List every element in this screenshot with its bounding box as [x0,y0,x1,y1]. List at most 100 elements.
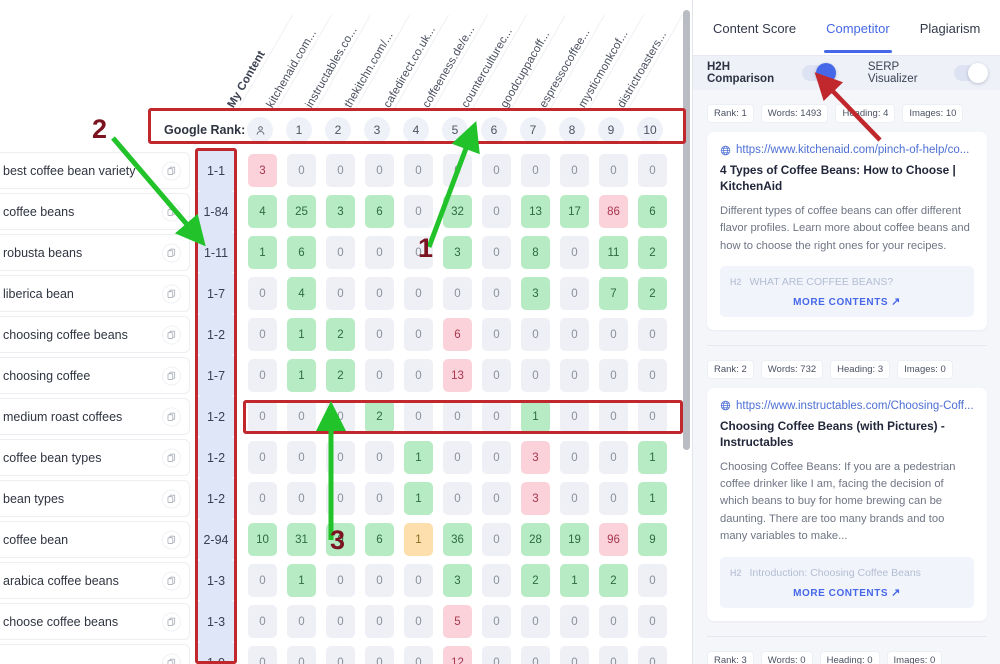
grid-cell[interactable]: 1 [404,482,433,515]
grid-cell[interactable]: 2 [326,359,355,392]
grid-cell[interactable]: 1 [287,359,316,392]
rank-range-cell[interactable]: 1-1 [197,150,235,191]
grid-cell[interactable]: 0 [326,236,355,269]
grid-cell[interactable]: 17 [560,195,589,228]
rank-range-cell[interactable]: 1-9 [197,642,235,664]
column-header-competitor-4[interactable]: cafedirect.co.uk... [382,24,438,110]
grid-cell[interactable]: 0 [404,236,433,269]
grid-cell[interactable]: 3 [521,482,550,515]
grid-cell[interactable]: 0 [482,646,511,664]
grid-cell[interactable]: 31 [287,523,316,556]
grid-cell[interactable]: 0 [326,482,355,515]
grid-cell[interactable]: 11 [599,236,628,269]
toggle-h2h-comparison[interactable] [802,63,836,83]
grid-cell[interactable]: 13 [443,359,472,392]
grid-cell[interactable]: 0 [248,318,277,351]
grid-cell[interactable]: 0 [365,564,394,597]
grid-cell[interactable]: 0 [365,646,394,664]
column-header-competitor-5[interactable]: coffeeness.de/e... [421,24,478,110]
grid-cell[interactable]: 0 [560,646,589,664]
more-contents-button[interactable]: MORE CONTENTS ↗ [730,295,964,308]
grid-cell[interactable]: 12 [443,646,472,664]
copy-icon[interactable] [162,243,181,262]
keyword-cell[interactable]: choose coffee beans [0,603,190,640]
keyword-cell[interactable]: medium roast coffees [0,398,190,435]
grid-cell[interactable]: 0 [638,400,667,433]
result-url[interactable]: https://www.kitchenaid.com/pinch-of-help… [720,144,974,156]
grid-cell[interactable]: 0 [482,564,511,597]
grid-cell[interactable]: 0 [365,359,394,392]
grid-cell[interactable]: 3 [248,154,277,187]
grid-cell[interactable]: 0 [248,359,277,392]
column-header-competitor-8[interactable]: espressocoffee... [538,27,593,110]
grid-cell[interactable]: 0 [482,318,511,351]
copy-icon[interactable] [162,571,181,590]
grid-cell[interactable]: 2 [326,318,355,351]
grid-cell[interactable]: 0 [521,318,550,351]
grid-cell[interactable]: 0 [326,400,355,433]
copy-icon[interactable] [162,161,181,180]
grid-cell[interactable]: 0 [404,605,433,638]
grid-cell[interactable]: 0 [248,400,277,433]
result-title[interactable]: Choosing Coffee Beans (with Pictures) - … [720,419,974,451]
grid-cell[interactable]: 1 [638,441,667,474]
grid-cell[interactable]: 7 [599,277,628,310]
result-card[interactable]: https://www.kitchenaid.com/pinch-of-help… [707,132,987,330]
grid-cell[interactable]: 0 [482,523,511,556]
grid-cell[interactable]: 0 [404,277,433,310]
rank-chip-3[interactable]: 3 [364,117,390,143]
rank-range-cell[interactable]: 1-3 [197,560,235,601]
grid-cell[interactable]: 0 [638,154,667,187]
grid-cell[interactable]: 0 [287,646,316,664]
grid-cell[interactable]: 2 [638,277,667,310]
rank-range-cell[interactable]: 1-7 [197,273,235,314]
grid-cell[interactable]: 1 [638,482,667,515]
grid-cell[interactable]: 0 [287,605,316,638]
grid-cell[interactable]: 0 [326,154,355,187]
rank-range-cell[interactable]: 2-94 [197,519,235,560]
grid-cell[interactable]: 0 [287,441,316,474]
grid-cell[interactable]: 2 [521,564,550,597]
column-header-competitor-9[interactable]: mysticmonkcof... [577,28,631,110]
keyword-cell[interactable] [0,644,190,664]
copy-icon[interactable] [162,284,181,303]
grid-cell[interactable]: 9 [638,523,667,556]
keyword-cell[interactable]: choosing coffee beans [0,316,190,353]
rank-range-cell[interactable]: 1-84 [197,191,235,232]
grid-cell[interactable]: 3 [521,277,550,310]
grid-cell[interactable]: 0 [560,359,589,392]
grid-cell[interactable]: 0 [482,359,511,392]
grid-cell[interactable]: 0 [365,318,394,351]
grid-cell[interactable]: 0 [599,359,628,392]
grid-cell[interactable]: 0 [365,154,394,187]
grid-cell[interactable]: 0 [560,482,589,515]
grid-cell[interactable]: 25 [287,195,316,228]
grid-cell[interactable]: 0 [599,482,628,515]
grid-cell[interactable]: 0 [482,400,511,433]
grid-cell[interactable]: 0 [287,482,316,515]
grid-cell[interactable]: 0 [443,154,472,187]
grid-cell[interactable]: 4 [287,277,316,310]
grid-cell[interactable]: 0 [599,605,628,638]
grid-cell[interactable]: 0 [326,605,355,638]
grid-cell[interactable]: 19 [560,523,589,556]
grid-cell[interactable]: 0 [443,482,472,515]
grid-cell[interactable]: 3 [521,441,550,474]
keyword-cell[interactable]: coffee bean [0,521,190,558]
grid-cell[interactable]: 0 [287,400,316,433]
grid-cell[interactable]: 6 [365,523,394,556]
grid-cell[interactable]: 0 [560,441,589,474]
grid-cell[interactable]: 0 [326,523,355,556]
grid-cell[interactable]: 32 [443,195,472,228]
grid-cell[interactable]: 0 [404,195,433,228]
column-header-my-content[interactable]: My Content [226,49,268,110]
grid-cell[interactable]: 6 [638,195,667,228]
grid-cell[interactable]: 1 [287,564,316,597]
grid-cell[interactable]: 0 [287,154,316,187]
grid-cell[interactable]: 6 [365,195,394,228]
grid-cell[interactable]: 96 [599,523,628,556]
grid-cell[interactable]: 0 [560,318,589,351]
copy-icon[interactable] [162,366,181,385]
keyword-cell[interactable]: coffee bean types [0,439,190,476]
copy-icon[interactable] [162,448,181,467]
